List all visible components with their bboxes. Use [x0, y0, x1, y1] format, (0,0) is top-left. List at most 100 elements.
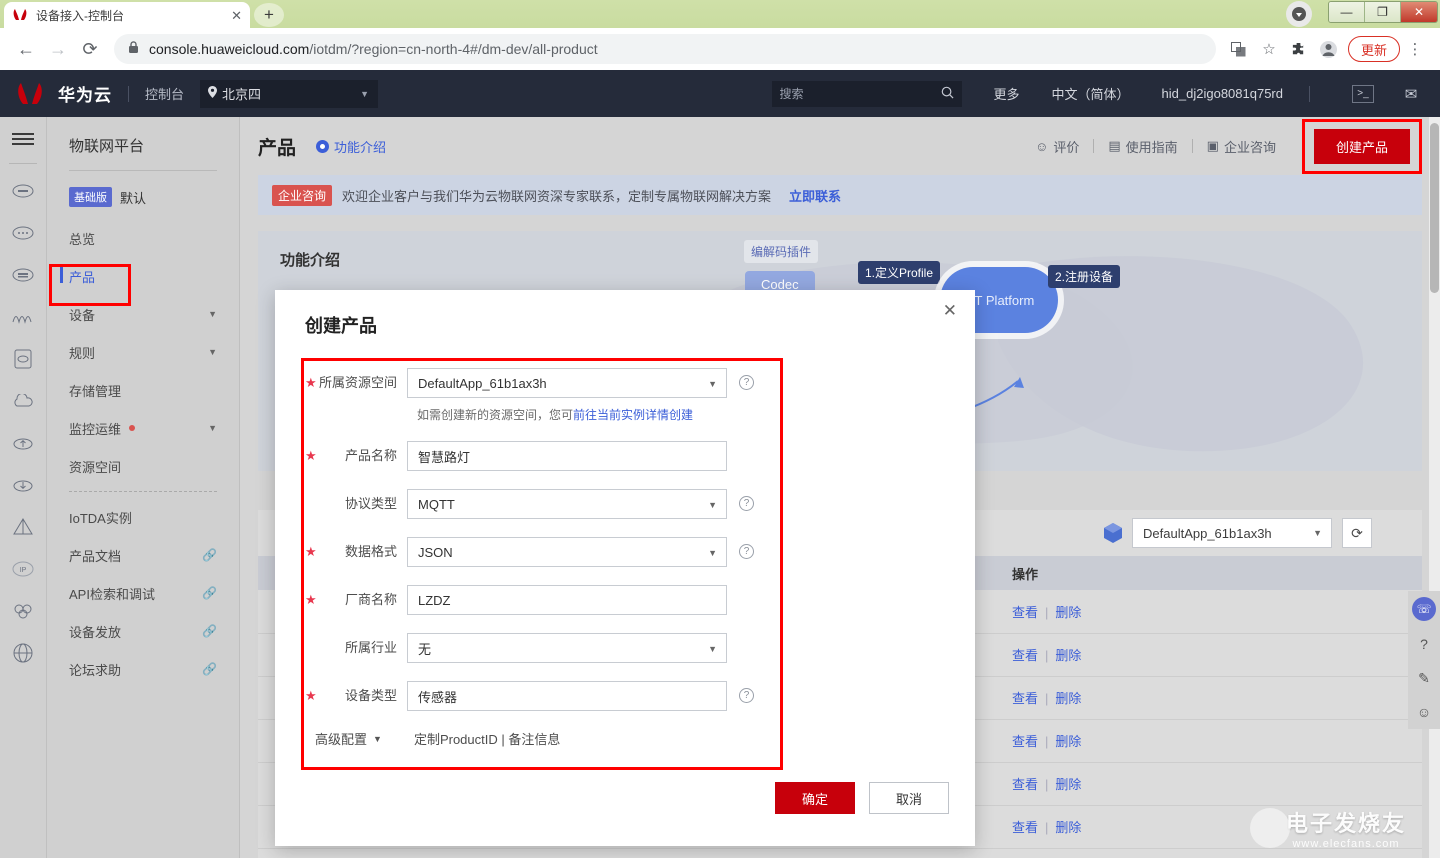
cloud-plain-icon[interactable] — [0, 380, 46, 422]
view-link[interactable]: 查看 — [1012, 734, 1038, 749]
more-menu[interactable]: 更多 — [994, 84, 1020, 103]
advanced-config-label[interactable]: 高级配置 — [315, 729, 367, 748]
delete-link[interactable]: 删除 — [1055, 820, 1081, 835]
message-icon[interactable]: ✉ — [1400, 85, 1422, 103]
globe-icon[interactable] — [0, 632, 46, 674]
sidebar-item-primary-0[interactable]: 总览 — [69, 219, 217, 257]
advanced-config-row[interactable]: 高级配置 ▼ 定制ProductID | 备注信息 — [315, 729, 775, 748]
manufacturer-input[interactable] — [407, 585, 727, 615]
feature-intro-link[interactable]: 功能介绍 — [316, 137, 386, 156]
scrollbar-thumb[interactable] — [1430, 123, 1439, 293]
help-icon[interactable]: ? — [739, 688, 754, 703]
window-minimize-button[interactable]: — — [1329, 2, 1365, 22]
external-link-icon[interactable]: 🔗 — [202, 548, 217, 562]
resource-space-select[interactable] — [407, 368, 727, 398]
confirm-button[interactable]: 确定 — [775, 782, 855, 814]
region-selector[interactable]: 北京四 ▼ — [200, 79, 379, 108]
huawei-cloud-brand[interactable]: 华为云 — [58, 81, 112, 106]
help-icon[interactable]: ? — [739, 544, 754, 559]
question-mark-icon[interactable]: ? — [1413, 633, 1435, 655]
account-name[interactable]: hid_dj2igo8081q75rd — [1162, 86, 1283, 101]
storage-box-icon[interactable] — [0, 338, 46, 380]
network-wave-icon[interactable] — [0, 296, 46, 338]
global-search[interactable]: 搜索 — [771, 80, 962, 107]
hamburger-menu-icon[interactable] — [0, 117, 46, 161]
cancel-button[interactable]: 取消 — [869, 782, 949, 814]
close-tab-icon[interactable]: ✕ — [231, 9, 242, 22]
external-link-icon[interactable]: 🔗 — [202, 586, 217, 600]
cloud-server-icon[interactable] — [0, 170, 46, 212]
window-close-button[interactable]: ✕ — [1401, 2, 1437, 22]
go-to-instance-link[interactable]: 前往当前实例详情创建 — [573, 408, 693, 422]
profile-avatar-icon[interactable] — [1314, 34, 1344, 64]
huawei-logo-icon[interactable] — [8, 82, 52, 106]
feedback-pencil-icon[interactable]: ✎ — [1413, 667, 1435, 689]
bookmark-star-icon[interactable]: ☆ — [1254, 34, 1284, 64]
sidebar-item-primary-5[interactable]: 监控运维 ▼ — [69, 409, 217, 447]
view-link[interactable]: 查看 — [1012, 691, 1038, 706]
delete-link[interactable]: 删除 — [1055, 648, 1081, 663]
enterprise-consult-action[interactable]: ▣ 企业咨询 — [1193, 137, 1290, 156]
cloudshell-icon[interactable]: >_ — [1352, 84, 1374, 103]
cloud-database-icon[interactable] — [0, 254, 46, 296]
chevron-down-icon[interactable]: ▼ — [208, 423, 217, 433]
sidebar-item-secondary-4[interactable]: 论坛求助 🔗 — [69, 650, 217, 688]
console-link[interactable]: 控制台 — [145, 84, 184, 103]
page-scrollbar[interactable] — [1429, 117, 1440, 858]
profile-bubble-icon[interactable] — [1286, 1, 1312, 27]
headset-support-icon[interactable]: ☏ — [1412, 597, 1436, 621]
close-dialog-icon[interactable]: ✕ — [943, 302, 957, 319]
contact-now-link[interactable]: 立即联系 — [789, 186, 841, 205]
cluster-cloud-icon[interactable] — [0, 590, 46, 632]
sidebar-item-primary-6[interactable]: 资源空间 — [69, 447, 217, 485]
chrome-menu-icon[interactable]: ⋮ — [1400, 34, 1430, 64]
sidebar-item-primary-4[interactable]: 存储管理 — [69, 371, 217, 409]
chevron-down-icon[interactable]: ▼ — [208, 309, 217, 319]
view-link[interactable]: 查看 — [1012, 820, 1038, 835]
cloud-upload-icon[interactable] — [0, 422, 46, 464]
sidebar-item-secondary-0[interactable]: IoTDA实例 — [69, 498, 217, 536]
sidebar-item-secondary-3[interactable]: 设备发放 🔗 — [69, 612, 217, 650]
table-col-operation[interactable]: 操作 — [998, 556, 1422, 590]
language-selector[interactable]: 中文（简体） — [1052, 84, 1130, 103]
view-link[interactable]: 查看 — [1012, 605, 1038, 620]
data-format-select[interactable] — [407, 537, 727, 567]
edition-row[interactable]: 基础版 默认 — [69, 187, 217, 207]
smiley-rating-icon[interactable]: ☺ — [1413, 701, 1435, 723]
cloud-dots-icon[interactable] — [0, 212, 46, 254]
sidebar-item-primary-1[interactable]: 产品 — [60, 257, 217, 295]
chevron-down-icon[interactable]: ▼ — [208, 347, 217, 357]
extensions-puzzle-icon[interactable] — [1284, 34, 1314, 64]
create-product-button[interactable]: 创建产品 — [1313, 128, 1410, 164]
update-button[interactable]: 更新 — [1347, 36, 1400, 62]
refresh-button[interactable]: ⟳ — [1342, 518, 1372, 548]
protocol-type-select[interactable] — [407, 489, 727, 519]
view-link[interactable]: 查看 — [1012, 648, 1038, 663]
delete-link[interactable]: 删除 — [1055, 605, 1081, 620]
product-name-input[interactable] — [407, 441, 727, 471]
help-icon[interactable]: ? — [739, 496, 754, 511]
guide-action[interactable]: ▤ 使用指南 — [1094, 137, 1191, 156]
window-restore-button[interactable]: ❐ — [1365, 2, 1401, 22]
sidebar-item-primary-2[interactable]: 设备 ▼ — [69, 295, 217, 333]
reload-button[interactable]: ⟳ — [74, 33, 106, 65]
rate-action[interactable]: ☺ 评价 — [1021, 137, 1093, 156]
external-link-icon[interactable]: 🔗 — [202, 624, 217, 638]
translate-icon[interactable] — [1224, 34, 1254, 64]
cloud-download-icon[interactable] — [0, 464, 46, 506]
external-link-icon[interactable]: 🔗 — [202, 662, 217, 676]
delete-link[interactable]: 删除 — [1055, 734, 1081, 749]
chevron-down-icon[interactable]: ▼ — [373, 734, 382, 744]
back-button[interactable]: ← — [10, 33, 42, 65]
address-bar[interactable]: console.huaweicloud.com/iotdm/?region=cn… — [114, 34, 1216, 64]
pyramid-icon[interactable] — [0, 506, 46, 548]
delete-link[interactable]: 删除 — [1055, 777, 1081, 792]
help-icon[interactable]: ? — [739, 375, 754, 390]
delete-link[interactable]: 删除 — [1055, 691, 1081, 706]
sidebar-item-secondary-2[interactable]: API检索和调试 🔗 — [69, 574, 217, 612]
new-tab-button[interactable]: + — [254, 3, 284, 27]
browser-tab[interactable]: 设备接入-控制台 ✕ — [4, 2, 250, 28]
search-icon[interactable] — [941, 86, 954, 102]
resource-space-filter[interactable]: DefaultApp_61b1ax3h ▼ — [1132, 518, 1332, 548]
sidebar-item-primary-3[interactable]: 规则 ▼ — [69, 333, 217, 371]
